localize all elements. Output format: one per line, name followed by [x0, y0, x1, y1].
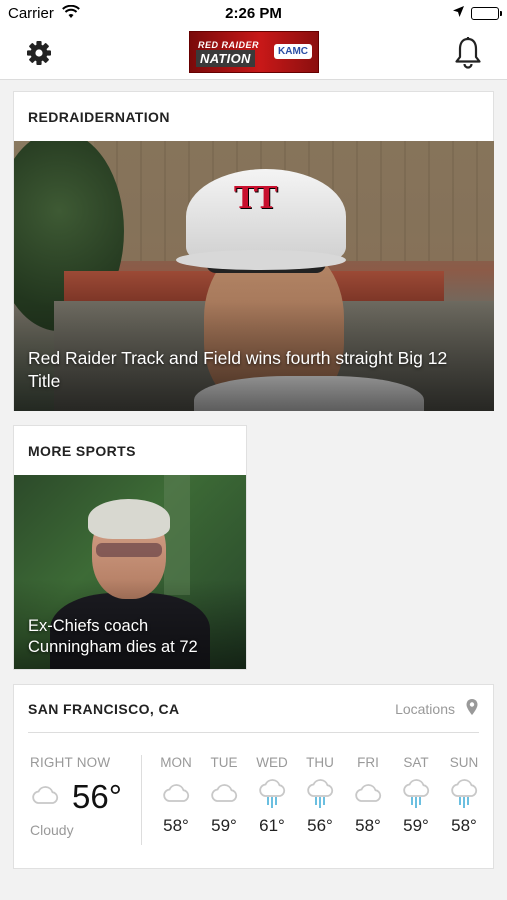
- weather-divider: [141, 755, 142, 845]
- rain-icon: [440, 776, 488, 810]
- forecast-day: THU 56°: [296, 755, 344, 836]
- forecast-day-temp: 58°: [163, 816, 189, 835]
- forecast-day-name: THU: [306, 755, 334, 770]
- weather-card[interactable]: SAN FRANCISCO, CA Locations RIGHT NOW 56…: [13, 684, 494, 869]
- map-pin-icon: [465, 698, 479, 719]
- forecast-day-temp: 59°: [403, 816, 429, 835]
- weather-header: SAN FRANCISCO, CA Locations: [28, 685, 479, 733]
- forecast-day: TUE 59°: [200, 755, 248, 836]
- status-time: 2:26 PM: [225, 5, 282, 22]
- forecast-day-temp: 58°: [355, 816, 381, 835]
- forecast-day-temp: 61°: [259, 816, 285, 835]
- rain-icon: [392, 776, 440, 810]
- bell-icon[interactable]: [453, 36, 483, 70]
- logo-name: NATION: [196, 50, 255, 67]
- location-arrow-icon: [452, 5, 465, 22]
- nav-bar: RED RAIDER NATION KAMC: [0, 28, 507, 80]
- top-story-image[interactable]: TT Red Raider Track and Field wins fourt…: [14, 141, 494, 411]
- forecast-day-temp: 59°: [211, 816, 237, 835]
- locations-label: Locations: [395, 700, 455, 717]
- forecast-list: MON 58° TUE 59° WED 61° THU 56° FRI 58° …: [152, 755, 488, 836]
- logo-station: KAMC: [274, 44, 312, 59]
- logo-top-text: RED RAIDER: [198, 40, 260, 50]
- rain-icon: [248, 776, 296, 810]
- top-story-headline[interactable]: Red Raider Track and Field wins fourth s…: [28, 347, 468, 393]
- current-condition: Cloudy: [30, 822, 74, 838]
- section-title: MORE SPORTS: [28, 442, 136, 459]
- more-sports-card[interactable]: MORE SPORTS Ex-Chiefs coach Cunningham d…: [13, 425, 247, 670]
- forecast-day-name: SUN: [449, 755, 479, 770]
- forecast-day-name: WED: [256, 755, 288, 770]
- forecast-day: SUN 58°: [440, 755, 488, 836]
- battery-icon: [471, 7, 502, 20]
- current-temp: 56°: [72, 778, 122, 815]
- cloud-icon: [152, 776, 200, 810]
- section-title: REDRAIDERNATION: [28, 108, 170, 125]
- weather-city: SAN FRANCISCO, CA: [28, 700, 180, 717]
- more-sports-headline[interactable]: Ex-Chiefs coach Cunningham dies at 72: [28, 616, 238, 658]
- app-logo: RED RAIDER NATION KAMC: [189, 31, 319, 73]
- forecast-day-name: FRI: [357, 755, 379, 770]
- forecast-day: MON 58°: [152, 755, 200, 836]
- gear-icon[interactable]: [24, 38, 54, 68]
- right-now-label: RIGHT NOW: [30, 755, 111, 770]
- top-story-card[interactable]: REDRAIDERNATION TT Red Raider Track and …: [13, 91, 494, 411]
- forecast-day-temp: 56°: [307, 816, 333, 835]
- forecast-day-name: MON: [160, 755, 192, 770]
- current-weather: RIGHT NOW 56° Cloudy: [30, 755, 142, 838]
- cloud-icon: [30, 784, 60, 811]
- forecast-day: WED 61°: [248, 755, 296, 836]
- more-sports-image[interactable]: Ex-Chiefs coach Cunningham dies at 72: [14, 475, 246, 669]
- rain-icon: [296, 776, 344, 810]
- status-bar: Carrier 2:26 PM: [0, 0, 507, 28]
- locations-button[interactable]: Locations: [395, 698, 479, 719]
- forecast-day: SAT 59°: [392, 755, 440, 836]
- forecast-day-name: TUE: [210, 755, 238, 770]
- forecast-day-name: SAT: [403, 755, 429, 770]
- forecast-day: FRI 58°: [344, 755, 392, 836]
- forecast-day-temp: 58°: [451, 816, 477, 835]
- cloud-icon: [200, 776, 248, 810]
- cloud-icon: [344, 776, 392, 810]
